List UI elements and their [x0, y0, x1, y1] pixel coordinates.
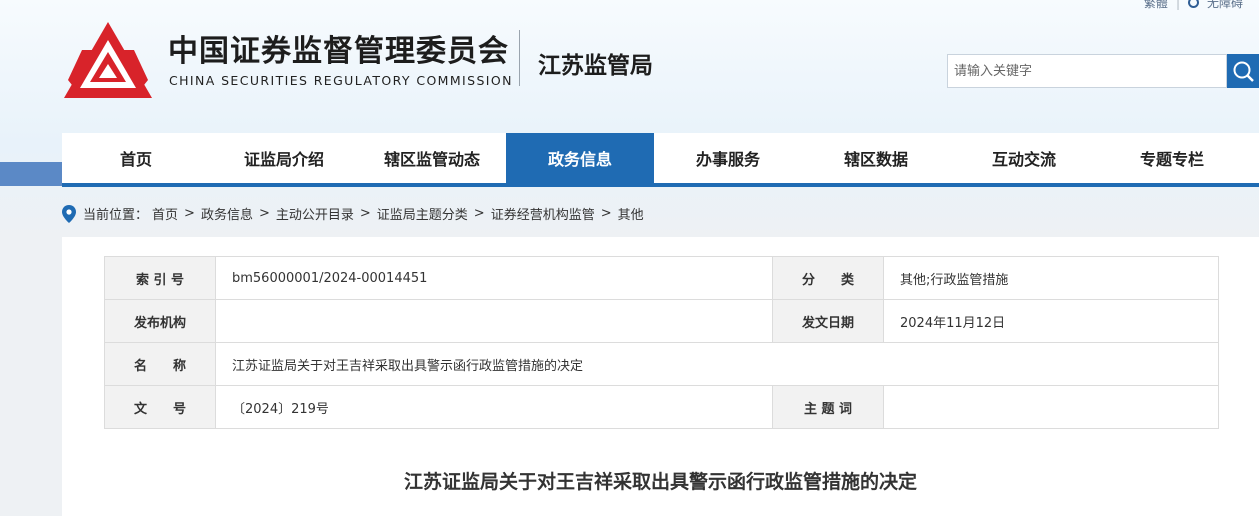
search-icon	[1233, 61, 1254, 82]
name-value: 江苏证监局关于对王吉祥采取出具警示函行政监管措施的决定	[215, 342, 1219, 386]
index-label: 索 引 号	[104, 256, 216, 300]
nav-item-home[interactable]: 首页	[62, 133, 210, 183]
table-row: 索 引 号 bm56000001/2024-00014451 分 类 其他;行政…	[104, 256, 1219, 300]
date-value: 2024年11月12日	[883, 299, 1219, 343]
content-panel: 索 引 号 bm56000001/2024-00014451 分 类 其他;行政…	[62, 237, 1259, 516]
breadcrumb-prefix: 当前位置：	[83, 208, 149, 223]
breadcrumb-government-info[interactable]: 政务信息	[201, 204, 253, 223]
separator: |	[1175, 0, 1180, 10]
accessibility-icon[interactable]	[1187, 0, 1199, 8]
nav-item-government-info[interactable]: 政务信息	[506, 133, 654, 183]
breadcrumb-separator: >	[359, 206, 371, 221]
search-button[interactable]	[1227, 54, 1259, 88]
table-row: 文 号 〔2024〕219号 主 题 词	[104, 385, 1219, 429]
org-name-chinese: 中国证券监督管理委员会	[168, 34, 509, 69]
search-box	[947, 54, 1259, 88]
location-pin-icon	[62, 204, 76, 223]
breadcrumb-home[interactable]: 首页	[152, 204, 178, 223]
bureau-name: 江苏监管局	[538, 53, 653, 79]
main-nav: 首页 证监局介绍 辖区监管动态 政务信息 办事服务 辖区数据 互动交流 专题专栏	[62, 133, 1259, 187]
document-title: 江苏证监局关于对王吉祥采取出具警示函行政监管措施的决定	[403, 471, 917, 493]
breadcrumb: 当前位置： 首页 > 政务信息 > 主动公开目录 > 证监局主题分类 > 证券经…	[62, 204, 644, 223]
traditional-chinese-link[interactable]: 繁體	[1144, 0, 1168, 11]
nav-item-regional-data[interactable]: 辖区数据	[802, 133, 950, 183]
breadcrumb-separator: >	[600, 206, 612, 221]
nav-item-special-topics[interactable]: 专题专栏	[1098, 133, 1246, 183]
top-links: 繁體 | 无障碍	[1144, 0, 1243, 11]
nav-item-services[interactable]: 办事服务	[654, 133, 802, 183]
date-label: 发文日期	[772, 299, 884, 343]
nav-item-about[interactable]: 证监局介绍	[210, 133, 358, 183]
breadcrumb-other[interactable]: 其他	[618, 204, 644, 223]
table-row: 名 称 江苏证监局关于对王吉祥采取出具警示函行政监管措施的决定	[104, 342, 1219, 386]
category-label: 分 类	[772, 256, 884, 300]
breadcrumb-topic-category[interactable]: 证监局主题分类	[377, 204, 468, 223]
csrc-logo-icon[interactable]	[62, 20, 154, 100]
header-divider	[519, 30, 520, 86]
breadcrumb-separator: >	[473, 206, 485, 221]
publisher-value	[215, 299, 773, 343]
nav-item-interaction[interactable]: 互动交流	[950, 133, 1098, 183]
left-accent-stripe	[0, 162, 62, 186]
docno-label: 文 号	[104, 385, 216, 429]
accessibility-link[interactable]: 无障碍	[1207, 0, 1243, 11]
breadcrumb-public-catalog[interactable]: 主动公开目录	[276, 204, 354, 223]
index-value: bm56000001/2024-00014451	[215, 256, 773, 300]
nav-item-regional-news[interactable]: 辖区监管动态	[358, 133, 506, 183]
subject-value	[883, 385, 1219, 429]
breadcrumb-separator: >	[184, 206, 195, 221]
breadcrumb-securities-supervision[interactable]: 证券经营机构监管	[491, 204, 595, 223]
name-label: 名 称	[104, 342, 216, 386]
table-row: 发布机构 发文日期 2024年11月12日	[104, 299, 1219, 343]
publisher-label: 发布机构	[104, 299, 216, 343]
org-name-english: CHINA SECURITIES REGULATORY COMMISSION	[169, 73, 513, 88]
category-value: 其他;行政监管措施	[883, 256, 1219, 300]
docno-value: 〔2024〕219号	[215, 385, 773, 429]
subject-label: 主 题 词	[772, 385, 884, 429]
search-input[interactable]	[947, 54, 1227, 88]
breadcrumb-separator: >	[258, 206, 270, 221]
document-meta-table: 索 引 号 bm56000001/2024-00014451 分 类 其他;行政…	[104, 256, 1219, 429]
